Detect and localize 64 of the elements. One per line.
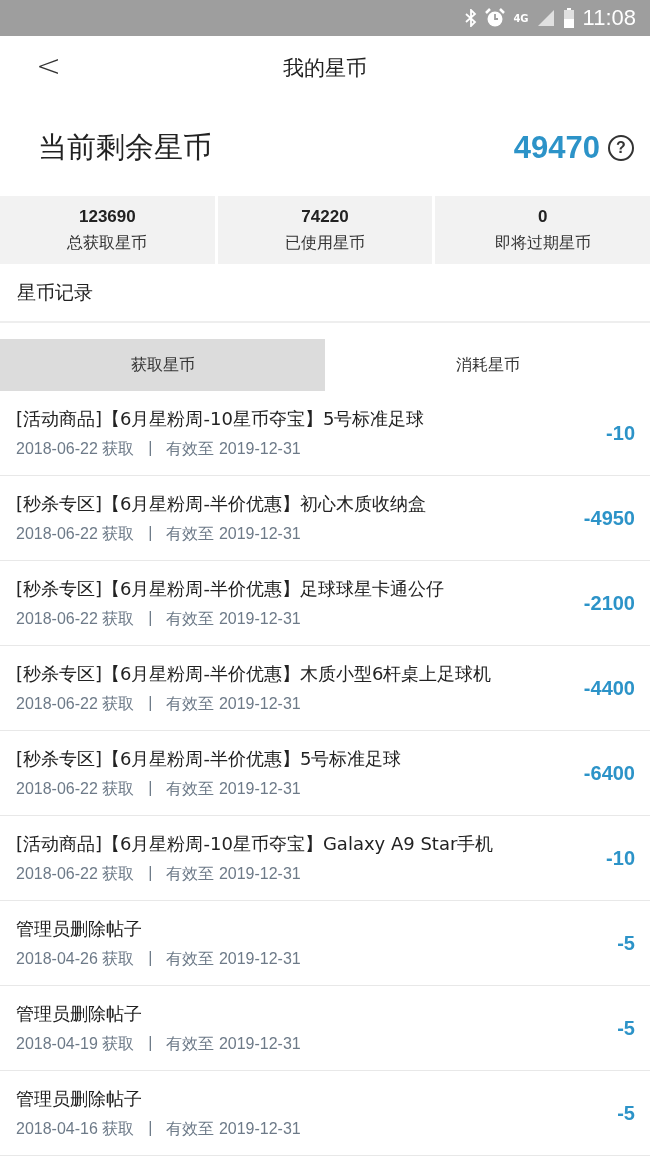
stat-label: 即将过期星币 [494, 232, 591, 254]
stat-label: 总获取星币 [67, 232, 148, 254]
record-date: 2018-06-22 获取 [16, 608, 135, 629]
record-amount: -2100 [583, 591, 635, 615]
record-amount: -4400 [583, 676, 635, 700]
separator: | [148, 523, 153, 543]
record-date: 2018-04-26 获取 [16, 948, 135, 969]
balance-label: 当前剩余星币 [38, 129, 213, 166]
page-title: 我的星币 [283, 55, 367, 82]
record-title: [活动商品]【6月星粉周-10星币夺宝】Galaxy A9 Star手机 [16, 831, 495, 856]
record-title: 管理员删除帖子 [16, 916, 143, 941]
record-amount: -4950 [583, 506, 635, 530]
stat-value: 123690 [78, 206, 136, 227]
record-title: [秒杀专区]【6月星粉周-半价优惠】足球球星卡通公仔 [16, 576, 445, 601]
separator: | [148, 1118, 153, 1138]
separator: | [148, 693, 153, 713]
record-expiry: 有效至 2019-12-31 [166, 863, 301, 884]
stat-value: 0 [537, 206, 548, 227]
stat-label: 已使用星币 [285, 232, 365, 254]
record-expiry: 有效至 2019-12-31 [166, 608, 301, 629]
balance-value: 49470 [513, 130, 600, 166]
record-date: 2018-06-22 获取 [16, 523, 135, 544]
record-title: [秒杀专区]【6月星粉周-半价优惠】初心木质收纳盒 [16, 491, 427, 516]
bluetooth-icon [465, 9, 478, 27]
signal-icon [536, 9, 555, 27]
back-button[interactable]: < [30, 48, 68, 83]
record-expiry: 有效至 2019-12-31 [166, 438, 301, 459]
tab[interactable]: 获取星币 [0, 339, 325, 391]
record-amount: -6400 [583, 761, 635, 785]
record-amount: -5 [617, 1016, 635, 1040]
record-expiry: 有效至 2019-12-31 [166, 693, 301, 714]
network-label: 4G [513, 12, 529, 24]
section-title: 星币记录 [17, 279, 93, 305]
record-title: [活动商品]【6月星粉周-10星币夺宝】5号标准足球 [16, 406, 426, 431]
clock: 11:08 [582, 5, 636, 31]
record-title: [秒杀专区]【6月星粉周-半价优惠】木质小型6杆桌上足球机 [16, 661, 493, 686]
record-expiry: 有效至 2019-12-31 [166, 778, 301, 799]
alarm-icon [485, 8, 506, 28]
separator: | [148, 948, 153, 968]
record-expiry: 有效至 2019-12-31 [166, 1118, 301, 1139]
record-date: 2018-06-22 获取 [16, 778, 135, 799]
battery-icon [562, 8, 575, 28]
record-title: 管理员删除帖子 [16, 1086, 143, 1111]
record-amount: -5 [617, 931, 635, 955]
separator: | [148, 863, 153, 883]
record-date: 2018-06-22 获取 [16, 438, 135, 459]
record-amount: -5 [617, 1101, 635, 1125]
record-expiry: 有效至 2019-12-31 [166, 523, 301, 544]
record-date: 2018-06-22 获取 [16, 693, 135, 714]
record-date: 2018-04-16 获取 [16, 1118, 135, 1139]
record-expiry: 有效至 2019-12-31 [166, 948, 301, 969]
separator: | [148, 438, 153, 458]
help-button[interactable]: ? [608, 135, 634, 161]
record-title: [秒杀专区]【6月星粉周-半价优惠】5号标准足球 [16, 746, 403, 771]
record-date: 2018-04-19 获取 [16, 1033, 135, 1054]
record-date: 2018-06-22 获取 [16, 863, 135, 884]
record-title: 管理员删除帖子 [16, 1001, 143, 1026]
record-amount: -10 [606, 846, 635, 870]
separator: | [148, 1033, 153, 1053]
record-expiry: 有效至 2019-12-31 [166, 1033, 301, 1054]
record-amount: -10 [606, 421, 635, 445]
separator: | [148, 608, 153, 628]
separator: | [148, 778, 153, 798]
stat-value: 74220 [301, 206, 349, 227]
